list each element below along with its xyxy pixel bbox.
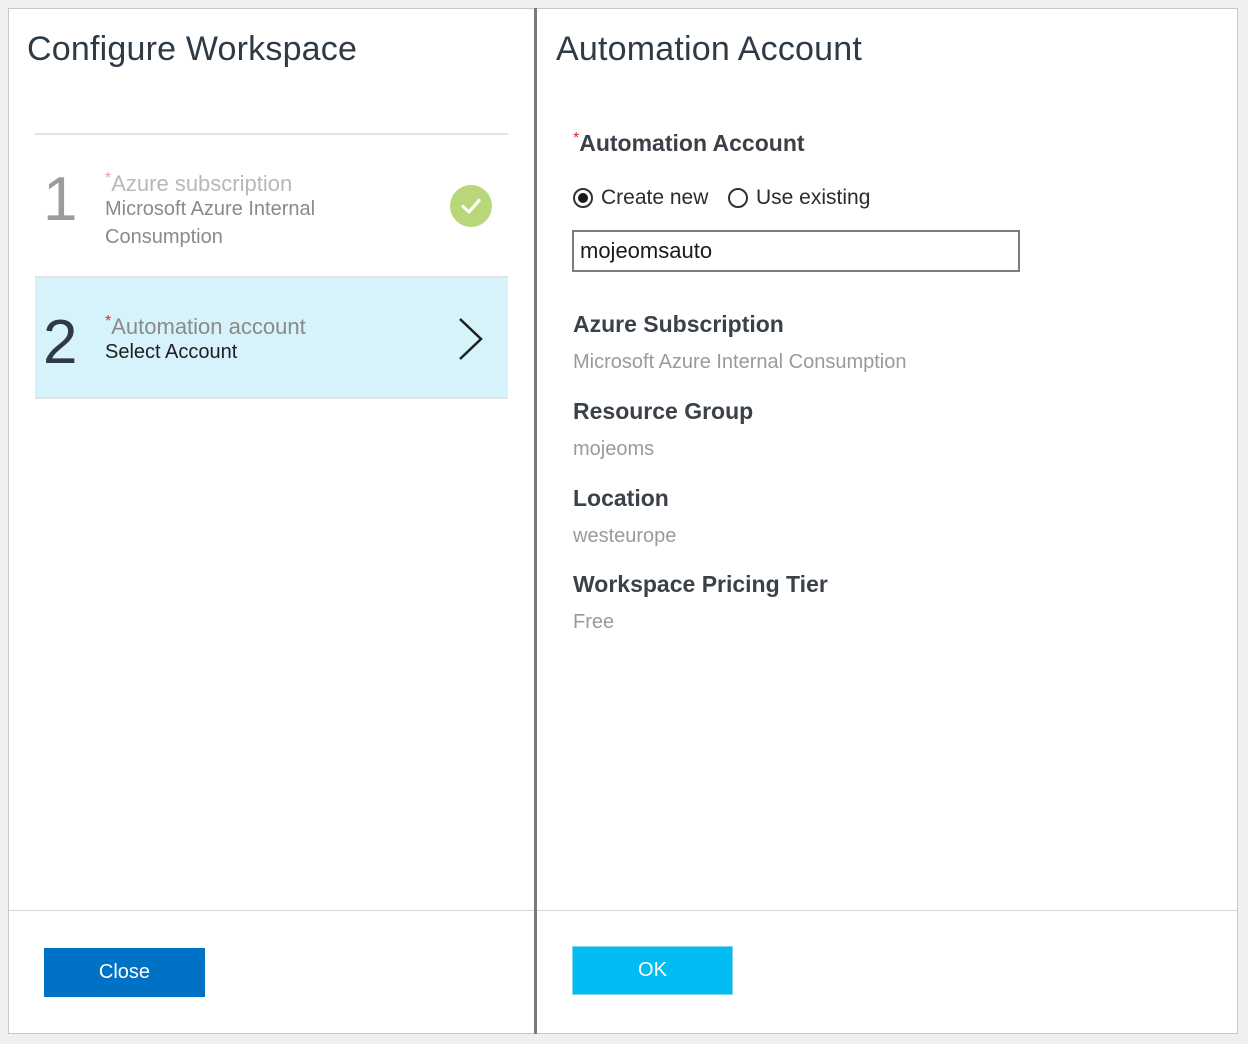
radio-use-existing[interactable]: Use existing [728, 186, 870, 210]
close-button[interactable]: Close [44, 948, 205, 997]
footer-divider [9, 910, 534, 911]
radio-button[interactable] [728, 188, 748, 208]
step-label-text: Automation account [111, 314, 306, 339]
blade-divider [534, 8, 537, 1034]
blade-title: Configure Workspace [27, 30, 358, 68]
footer-divider [537, 910, 1237, 911]
step-divider [35, 397, 508, 399]
pricing-tier-value: Free [573, 611, 615, 633]
pricing-tier-label: Workspace Pricing Tier [573, 571, 828, 597]
step-azure-subscription[interactable]: 1 *Azure subscription Microsoft Azure In… [35, 135, 508, 276]
step-number: 1 [43, 165, 78, 234]
automation-account-name-input[interactable] [572, 230, 1020, 272]
azure-subscription-value: Microsoft Azure Internal Consumption [573, 351, 907, 373]
location-label: Location [573, 485, 669, 511]
azure-subscription-label: Azure Subscription [573, 311, 784, 337]
ok-button[interactable]: OK [572, 946, 733, 995]
step-automation-account[interactable]: 2 *Automation account Select Account [35, 278, 508, 397]
resource-group-value: mojeoms [573, 438, 655, 460]
step-value: Microsoft Azure Internal Consumption [105, 198, 316, 248]
step-label-text: Azure subscription [111, 171, 293, 196]
radio-label: Create new [601, 186, 709, 209]
location-value: westeurope [573, 525, 677, 547]
radio-button-selected[interactable] [573, 188, 593, 208]
step-number: 2 [43, 308, 78, 377]
radio-label: Use existing [756, 186, 871, 209]
checkmark-circle-icon [450, 185, 492, 227]
step-value: Select Account [105, 341, 238, 363]
step-label: *Azure subscription [105, 165, 292, 198]
automation-account-label-text: Automation Account [579, 130, 805, 156]
resource-group-label: Resource Group [573, 398, 754, 424]
chevron-right-icon [455, 316, 485, 367]
blade-title: Automation Account [556, 30, 863, 68]
radio-create-new[interactable]: Create new [573, 186, 708, 210]
step-label: *Automation account [105, 308, 306, 341]
automation-account-label: *Automation Account [573, 130, 805, 157]
